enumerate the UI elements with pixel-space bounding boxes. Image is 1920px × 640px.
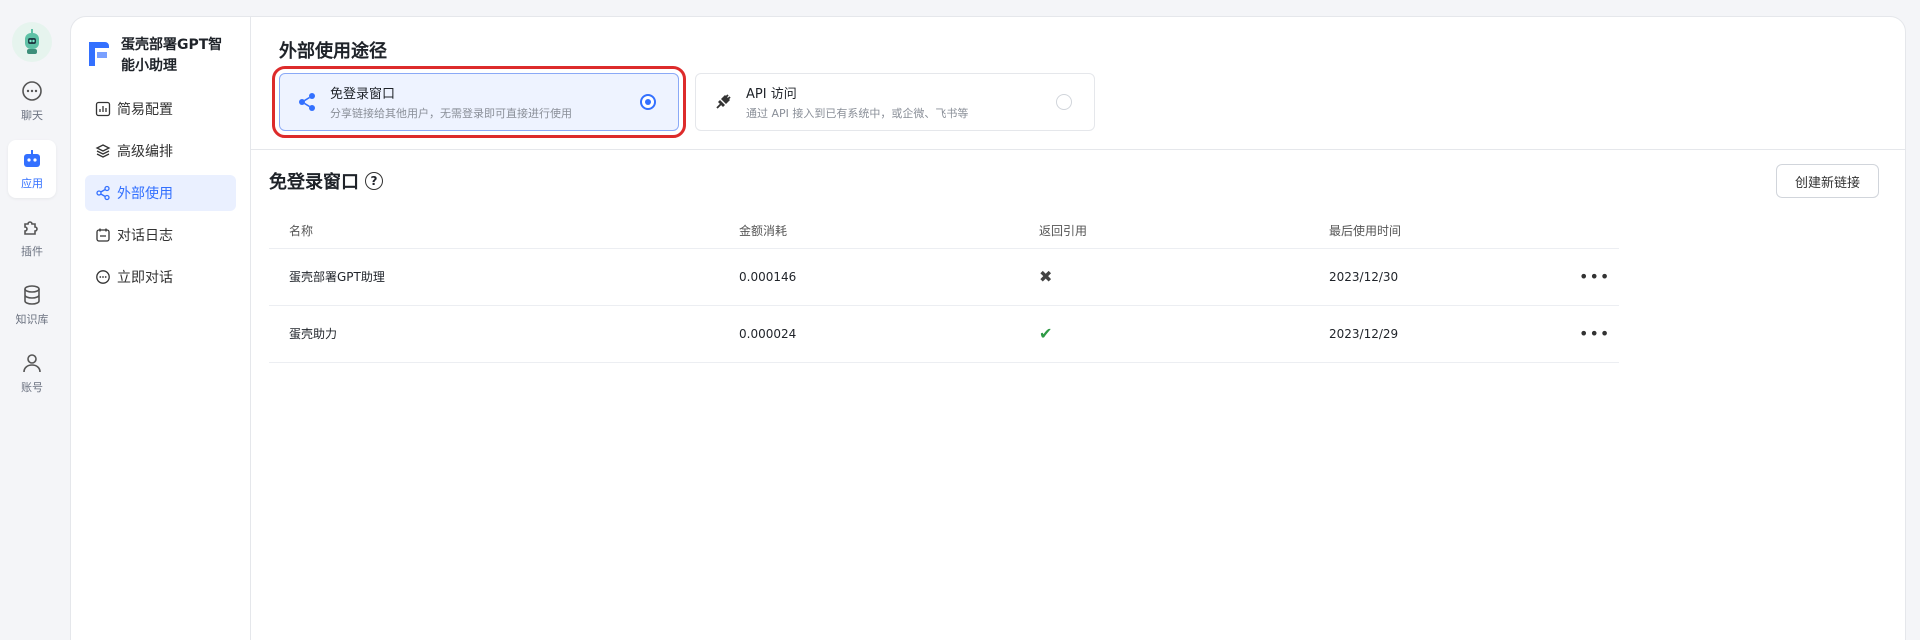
rail-item-label: 聊天 — [21, 109, 43, 122]
quote-cell: ✔ — [1019, 305, 1309, 363]
option-description: 分享链接给其他用户，无需登录即可直接进行使用 — [330, 107, 572, 120]
cross-icon: ✖ — [1039, 267, 1053, 286]
app-name: 蛋壳部署GPT智能小助理 — [121, 37, 223, 74]
layers-icon — [95, 144, 111, 158]
link-name: 蛋壳部署GPT助理 — [269, 248, 719, 306]
subnav-item-label: 高级编排 — [117, 144, 173, 160]
links-title: 免登录窗口 ? — [269, 168, 383, 194]
radio-unselected[interactable] — [1056, 94, 1072, 110]
actions-cell: ••• — [1559, 248, 1619, 306]
rail-item-label: 应用 — [21, 177, 43, 190]
quote-cell: ✖ — [1019, 248, 1309, 306]
option-no-login-window[interactable]: 免登录窗口 分享链接给其他用户，无需登录即可直接进行使用 — [272, 66, 686, 138]
link-last-used: 2023/12/30 — [1309, 248, 1559, 306]
column-header: 金额消耗 — [719, 214, 1019, 249]
links-header: 免登录窗口 ? 创建新链接 — [251, 150, 1905, 198]
chat-icon — [22, 81, 42, 101]
usage-options: 免登录窗口 分享链接给其他用户，无需登录即可直接进行使用 API 访问 通过 A… — [272, 66, 1877, 138]
rail-item-account[interactable]: 账号 — [8, 344, 56, 402]
calendar-icon — [96, 228, 110, 242]
subnav-item-simple-config[interactable]: 简易配置 — [85, 91, 236, 127]
option-description: 通过 API 接入到已有系统中，或企微、飞书等 — [746, 107, 969, 120]
subnav-item-label: 对话日志 — [117, 228, 173, 244]
puzzle-icon — [24, 221, 38, 235]
table-row[interactable]: 蛋壳助力 0.000024 ✔ 2023/12/29 ••• — [269, 305, 1619, 363]
actions-cell: ••• — [1559, 305, 1619, 363]
radio-selected[interactable] — [640, 94, 656, 110]
column-header — [1559, 214, 1619, 249]
rail-item-label: 账号 — [21, 381, 43, 394]
app-header: 蛋壳部署GPT智能小助理 — [85, 35, 236, 77]
content-area: 外部使用途径 免登录窗口 分享链接给其他用户，无需登录即可直接进行使用 API … — [251, 17, 1905, 640]
user-avatar[interactable] — [12, 22, 52, 62]
subnav-item-label: 立即对话 — [117, 270, 173, 286]
more-actions-icon[interactable]: ••• — [1579, 267, 1610, 286]
help-icon[interactable]: ? — [365, 172, 383, 190]
subnav-item-external[interactable]: 外部使用 — [85, 175, 236, 211]
link-last-used: 2023/12/29 — [1309, 305, 1559, 363]
check-icon: ✔ — [1039, 324, 1053, 343]
link-name: 蛋壳助力 — [269, 305, 719, 363]
database-icon — [24, 285, 40, 305]
links-title-text: 免登录窗口 — [269, 172, 359, 193]
share-icon — [96, 185, 110, 201]
rail-item-label: 插件 — [21, 245, 43, 258]
subnav-item-chat-now[interactable]: 立即对话 — [85, 259, 236, 295]
link-cost: 0.000024 — [719, 305, 1019, 363]
rail-item-plugins[interactable]: 插件 — [8, 208, 56, 266]
link-cost: 0.000146 — [719, 248, 1019, 306]
robot-mascot-icon — [25, 29, 39, 54]
more-actions-icon[interactable]: ••• — [1579, 324, 1610, 343]
app-subnav: 蛋壳部署GPT智能小助理 简易配置 高级编排 外部使用 对话日志 立即对话 — [71, 17, 251, 640]
robot-icon — [24, 150, 40, 167]
share-icon — [299, 93, 315, 111]
plug-icon — [716, 94, 731, 109]
user-icon — [23, 354, 41, 373]
column-header: 返回引用 — [1019, 214, 1309, 249]
table-header-row: 名称 金额消耗 返回引用 最后使用时间 — [269, 214, 1619, 249]
subnav-item-logs[interactable]: 对话日志 — [85, 217, 236, 253]
app-rail: 聊天 应用 插件 知识库 账号 — [0, 0, 64, 640]
app-logo-icon — [89, 42, 109, 66]
subnav-item-label: 外部使用 — [117, 186, 173, 202]
table-row[interactable]: 蛋壳部署GPT助理 0.000146 ✖ 2023/12/30 ••• — [269, 248, 1619, 306]
section-title: 外部使用途径 — [279, 41, 387, 62]
links-table: 名称 金额消耗 返回引用 最后使用时间 蛋壳部署GPT助理 0.000146 ✖… — [269, 214, 1619, 363]
rail-item-apps[interactable]: 应用 — [8, 140, 56, 198]
chat-icon — [96, 270, 110, 284]
main-panel: 蛋壳部署GPT智能小助理 简易配置 高级编排 外部使用 对话日志 立即对话 外部… — [70, 16, 1906, 640]
rail-item-knowledge[interactable]: 知识库 — [8, 276, 56, 334]
rail-item-chat[interactable]: 聊天 — [8, 72, 56, 130]
rail-item-label: 知识库 — [15, 313, 49, 326]
subnav-item-label: 简易配置 — [117, 102, 173, 118]
option-api-access[interactable]: API 访问 通过 API 接入到已有系统中，或企微、飞书等 — [695, 73, 1095, 131]
external-usage-section: 外部使用途径 免登录窗口 分享链接给其他用户，无需登录即可直接进行使用 API … — [251, 17, 1905, 150]
column-header: 名称 — [269, 214, 719, 249]
chart-icon — [95, 101, 111, 117]
option-title: 免登录窗口 — [330, 87, 396, 102]
create-link-button[interactable]: 创建新链接 — [1775, 164, 1879, 198]
subnav-item-advanced[interactable]: 高级编排 — [85, 133, 236, 169]
option-title: API 访问 — [746, 87, 797, 102]
column-header: 最后使用时间 — [1309, 214, 1559, 249]
